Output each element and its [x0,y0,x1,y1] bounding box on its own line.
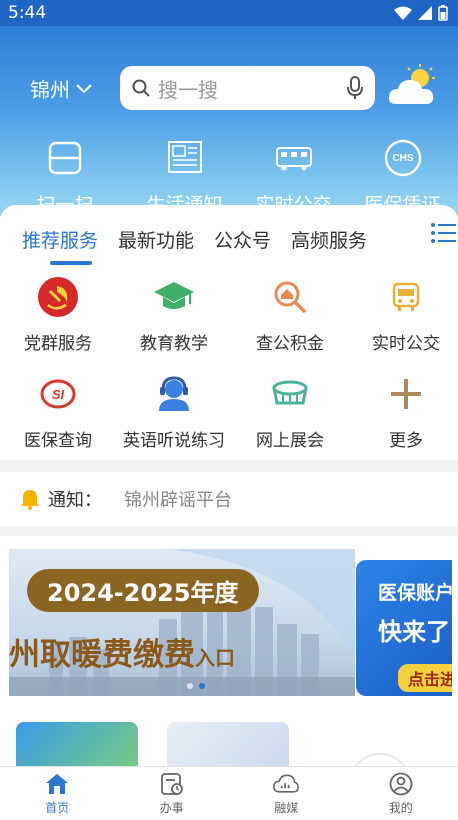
carousel-dot[interactable] [187,683,193,689]
feature-card-emblem[interactable] [318,722,440,768]
service-label: 查公积金 [256,334,324,354]
service-more[interactable]: 更多 [348,372,458,451]
service-housing-fund[interactable]: 查公积金 [232,275,348,354]
nav-media[interactable]: 融媒 [229,767,344,820]
tab-recommended[interactable]: 推荐服务 [0,226,108,253]
status-icons [394,5,448,21]
tab-official-accounts[interactable]: 公众号 [204,226,281,253]
service-label: 教育教学 [140,334,208,354]
status-bar: 5:44 [0,0,458,26]
tab-frequent[interactable]: 高频服务 [281,226,377,253]
banner-title: 州取暖费缴费入口 [9,629,235,674]
feature-card-data[interactable] [167,722,289,768]
service-label: 更多 [389,431,423,451]
plus-icon [384,372,428,416]
status-time: 5:44 [8,3,47,23]
notice-text[interactable]: 锦州辟谣平台 [124,486,232,512]
carousel-dot-active[interactable] [199,683,205,689]
side-banner-line1: 医保账户 [378,582,452,604]
bottom-nav: 首页 办事 融媒 我的 [0,766,458,820]
chs-icon: CHS [383,138,423,178]
service-online-exhibition[interactable]: 网上展会 [232,372,348,451]
nav-tasks[interactable]: 办事 [115,767,230,820]
signal-icon [418,6,432,20]
service-grid: 党群服务 教育教学 查公积金 实时公交 SI 医保查询 英语听说练习 网上展会 … [0,275,458,451]
banner-year-pill: 2024-2025年度 [27,569,259,612]
housing-fund-search-icon [268,275,312,319]
bus-icon [384,275,428,319]
banner-carousel: 2024-2025年度 州取暖费缴费入口 医保账户 快来了 点击进 [0,536,458,708]
service-label: 医保查询 [24,431,92,451]
service-label: 英语听说练习 [123,431,225,451]
nav-label: 首页 [45,801,70,815]
search-bar[interactable]: 搜一搜 [120,66,375,110]
banner-title-main: 取暖费缴费 [40,637,195,673]
nav-profile[interactable]: 我的 [344,767,458,820]
active-tab-indicator [50,261,92,265]
side-banner-line2: 快来了 [378,618,450,646]
svg-text:CHS: CHS [392,153,413,164]
banner-title-suffix: 入口 [195,646,235,670]
banner-title-prefix: 州 [9,637,40,673]
chevron-down-icon [76,83,92,93]
notice-bar[interactable]: 通知： 锦州辟谣平台 [0,472,458,526]
tab-new-features[interactable]: 最新功能 [108,226,204,253]
side-banner-button[interactable]: 点击进 [398,664,452,692]
emblem-icon [353,753,407,768]
home-icon [44,771,70,797]
wifi-icon [394,6,412,20]
service-english-practice[interactable]: 英语听说练习 [116,372,232,451]
service-tabs: 推荐服务 最新功能 公众号 高频服务 [0,219,458,259]
exhibition-icon [268,372,312,416]
nav-label: 融媒 [274,801,299,815]
bus-icon [274,138,314,178]
notice-label: 通知： [48,490,102,511]
feature-card-map[interactable] [16,722,138,768]
profile-icon [388,771,414,797]
graduation-cap-icon [152,275,196,319]
banner-heating-fee[interactable]: 2024-2025年度 州取暖费缴费入口 [9,549,355,696]
city-selector[interactable]: 锦州 [30,74,92,103]
svg-text:SI: SI [52,387,65,402]
nav-label: 我的 [388,801,413,815]
bell-icon [21,490,39,510]
microphone-icon[interactable] [347,76,363,100]
party-emblem-icon [36,275,80,319]
service-label: 网上展会 [256,431,324,451]
scan-icon [45,138,85,178]
battery-icon [438,5,448,21]
service-medical-insurance[interactable]: SI 医保查询 [0,372,116,451]
nav-label: 办事 [159,801,184,815]
city-name: 锦州 [30,78,70,102]
news-icon [165,138,205,178]
banner-medical-account[interactable]: 医保账户 快来了 点击进 [356,560,452,696]
service-realtime-bus[interactable]: 实时公交 [348,275,458,354]
service-education[interactable]: 教育教学 [116,275,232,354]
headset-user-icon [152,372,196,416]
list-menu-icon[interactable] [430,221,456,245]
hero-header: 锦州 搜一搜 扫一扫 生活通知 实时公交 [0,26,458,216]
social-insurance-icon: SI [36,372,80,416]
feature-cards [0,708,458,768]
media-cloud-icon [273,771,300,797]
search-icon [132,79,150,97]
tasks-icon [159,771,185,797]
service-label: 实时公交 [372,334,440,354]
carousel-dots [187,683,205,689]
service-party[interactable]: 党群服务 [0,275,116,354]
service-label: 党群服务 [24,334,92,354]
services-panel: 推荐服务 最新功能 公众号 高频服务 党群服务 教育教学 查公积金 实时公交 S… [0,205,458,460]
nav-home[interactable]: 首页 [0,767,115,820]
search-input[interactable]: 搜一搜 [158,74,347,103]
weather-sunny-cloudy-icon[interactable] [386,64,438,108]
